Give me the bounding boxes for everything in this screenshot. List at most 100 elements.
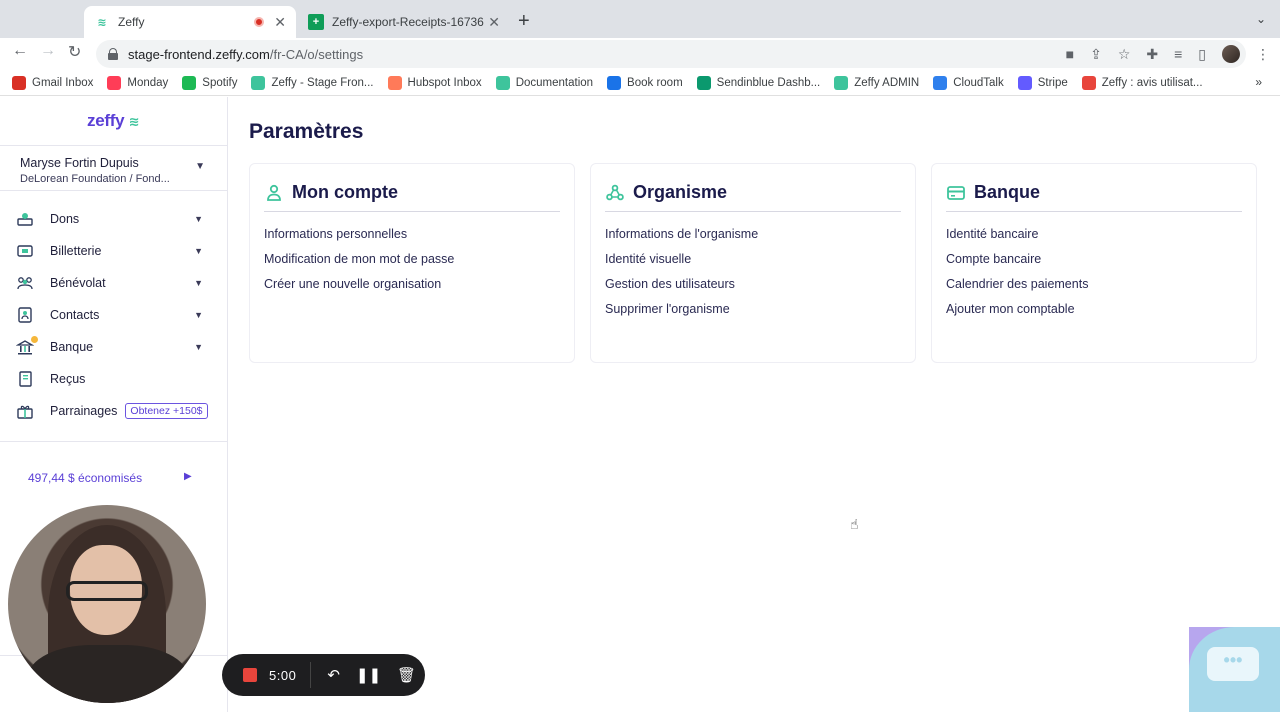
stop-recording-button[interactable]	[243, 668, 257, 682]
bank-card-icon	[946, 183, 966, 203]
webcam-body	[28, 645, 188, 703]
settings-link[interactable]: Calendrier des paiements	[946, 276, 1088, 301]
chevron-down-icon: ▼	[195, 161, 205, 172]
chevron-down-icon: ▼	[194, 246, 203, 256]
settings-card-organization: Organisme Informations de l'organisme Iden…	[590, 163, 916, 363]
bookmark-star-icon[interactable]: ☆	[1118, 46, 1131, 63]
caret-right-icon[interactable]: ▶	[184, 471, 192, 482]
recording-timer: 5:00	[269, 667, 297, 683]
logo-mark-icon: ≋	[128, 114, 140, 129]
menu-icon[interactable]: ⋮	[1256, 46, 1270, 63]
sidebar-item-dons[interactable]: Dons ▼	[0, 203, 227, 235]
savings-link[interactable]: 497,44 $ économisés	[28, 471, 142, 485]
donation-icon	[16, 210, 34, 228]
zeffy-logo[interactable]: zeffy ≋	[87, 111, 140, 131]
bookmark-item[interactable]: Zeffy ADMIN	[834, 75, 919, 90]
monday-icon	[107, 75, 122, 90]
sidebar-item-label: Contacts	[50, 308, 100, 322]
bookmark-item[interactable]: Documentation	[495, 75, 593, 90]
reload-icon[interactable]: ↻	[68, 42, 81, 62]
bookmark-item[interactable]: Spotify	[182, 75, 238, 90]
settings-link[interactable]: Ajouter mon comptable	[946, 301, 1088, 326]
settings-link[interactable]: Gestion des utilisateurs	[605, 276, 758, 301]
hubspot-icon	[387, 75, 402, 90]
sidebar-item-parrainages[interactable]: Parrainages Obtenez +150$	[0, 395, 227, 427]
bookmark-label: Hubspot Inbox	[407, 76, 482, 89]
settings-link[interactable]: Identité visuelle	[605, 251, 758, 276]
bookmark-label: Gmail Inbox	[32, 76, 94, 89]
bookmark-item[interactable]: Book room	[607, 75, 683, 90]
chat-widget[interactable]: •••	[1189, 627, 1280, 712]
restart-icon[interactable]: ↶	[327, 666, 340, 684]
chevron-down-icon: ▼	[194, 342, 203, 352]
bookmark-item[interactable]: Zeffy - Stage Fron...	[251, 75, 374, 90]
settings-card-account: Mon compte Informations personnelles Modif…	[249, 163, 575, 363]
bookmark-item[interactable]: Stripe	[1017, 75, 1068, 90]
sidebar-item-label: Bénévolat	[50, 276, 106, 290]
settings-link[interactable]: Modification de mon mot de passe	[264, 251, 454, 276]
zeffy-icon	[251, 75, 266, 90]
bookmark-item[interactable]: Sendinblue Dashb...	[696, 75, 821, 90]
sidebar-item-benevolat[interactable]: Bénévolat ▼	[0, 267, 227, 299]
referral-badge[interactable]: Obtenez +150$	[125, 403, 208, 419]
url-host: stage-frontend.zeffy.com	[128, 46, 270, 62]
settings-link[interactable]: Compte bancaire	[946, 251, 1088, 276]
settings-card-bank: Banque Identité bancaire Compte bancaire Ca…	[931, 163, 1257, 363]
settings-link[interactable]: Identité bancaire	[946, 226, 1088, 251]
settings-link[interactable]: Informations de l'organisme	[605, 226, 758, 251]
bookmark-label: Stripe	[1037, 76, 1068, 89]
bookmark-label: Spotify	[202, 76, 238, 89]
sidebar-item-contacts[interactable]: Contacts ▼	[0, 299, 227, 331]
new-tab-icon[interactable]: +	[518, 10, 530, 33]
profile-avatar[interactable]	[1222, 45, 1240, 63]
send-icon	[1081, 75, 1096, 90]
extensions-icon[interactable]: ✚	[1146, 46, 1158, 63]
bookmarks-more-icon[interactable]: »	[1255, 75, 1262, 89]
cloudtalk-icon	[933, 75, 948, 90]
zeffy-icon	[495, 75, 510, 90]
url-path: /fr-CA/o/settings	[269, 46, 364, 62]
sidebar-item-banque[interactable]: Banque ▼	[0, 331, 227, 363]
bookmark-item[interactable]: CloudTalk	[933, 75, 1004, 90]
bookmark-item[interactable]: Zeffy : avis utilisat...	[1081, 75, 1203, 90]
bookmark-label: Monday	[127, 76, 169, 89]
camera-icon[interactable]: ■	[1066, 46, 1074, 62]
account-name: Maryse Fortin Dupuis	[20, 156, 139, 170]
back-icon[interactable]: ←	[12, 42, 28, 60]
card-header: Mon compte	[264, 174, 560, 212]
volunteers-icon	[16, 274, 34, 292]
close-tab-icon[interactable]: ✕	[274, 14, 286, 31]
forward-icon[interactable]: →	[40, 42, 56, 60]
share-icon[interactable]: ⇪	[1090, 46, 1102, 63]
sidebar-item-recus[interactable]: Reçus	[0, 363, 227, 395]
bookmark-item[interactable]: Hubspot Inbox	[387, 75, 482, 90]
sidebar-item-label: Billetterie	[50, 244, 102, 258]
bookmark-label: Sendinblue Dashb...	[716, 76, 821, 89]
delete-icon[interactable]: 🗑	[397, 666, 416, 684]
settings-link[interactable]: Supprimer l'organisme	[605, 301, 758, 326]
sidebar-item-label: Parrainages	[50, 404, 118, 418]
settings-link[interactable]: Créer une nouvelle organisation	[264, 276, 454, 301]
page-title: Paramètres	[249, 120, 364, 143]
tab-export-receipts[interactable]: + Zeffy-export-Receipts-16736 ✕	[298, 6, 510, 38]
sendinblue-icon	[696, 75, 711, 90]
toolbar-actions: ■ ⇪ ☆ ✚ ≡ ▯ ⋮	[1066, 38, 1280, 70]
sidebar-item-label: Reçus	[50, 372, 86, 386]
bookmark-item[interactable]: Gmail Inbox	[12, 75, 94, 90]
card-title: Banque	[974, 182, 1041, 202]
side-panel-icon[interactable]: ▯	[1198, 46, 1206, 63]
user-icon	[264, 183, 284, 203]
media-icon[interactable]: ≡	[1174, 46, 1182, 62]
account-switcher[interactable]: Maryse Fortin Dupuis DeLorean Foundation…	[0, 145, 227, 191]
hand-cursor-icon: ☝	[850, 516, 859, 532]
tab-zeffy[interactable]: ≋ Zeffy ✕	[84, 6, 296, 38]
pause-icon[interactable]: ❚❚	[356, 666, 381, 684]
sidebar-item-label: Dons	[50, 212, 80, 226]
sidebar-item-billetterie[interactable]: Billetterie ▼	[0, 235, 227, 267]
settings-link[interactable]: Informations personnelles	[264, 226, 454, 251]
bookmark-item[interactable]: Monday	[107, 75, 169, 90]
receipt-icon	[16, 370, 34, 388]
close-tab-icon[interactable]: ✕	[488, 14, 500, 31]
tab-search-icon[interactable]: ⌄	[1256, 12, 1266, 26]
spotify-icon	[182, 75, 197, 90]
